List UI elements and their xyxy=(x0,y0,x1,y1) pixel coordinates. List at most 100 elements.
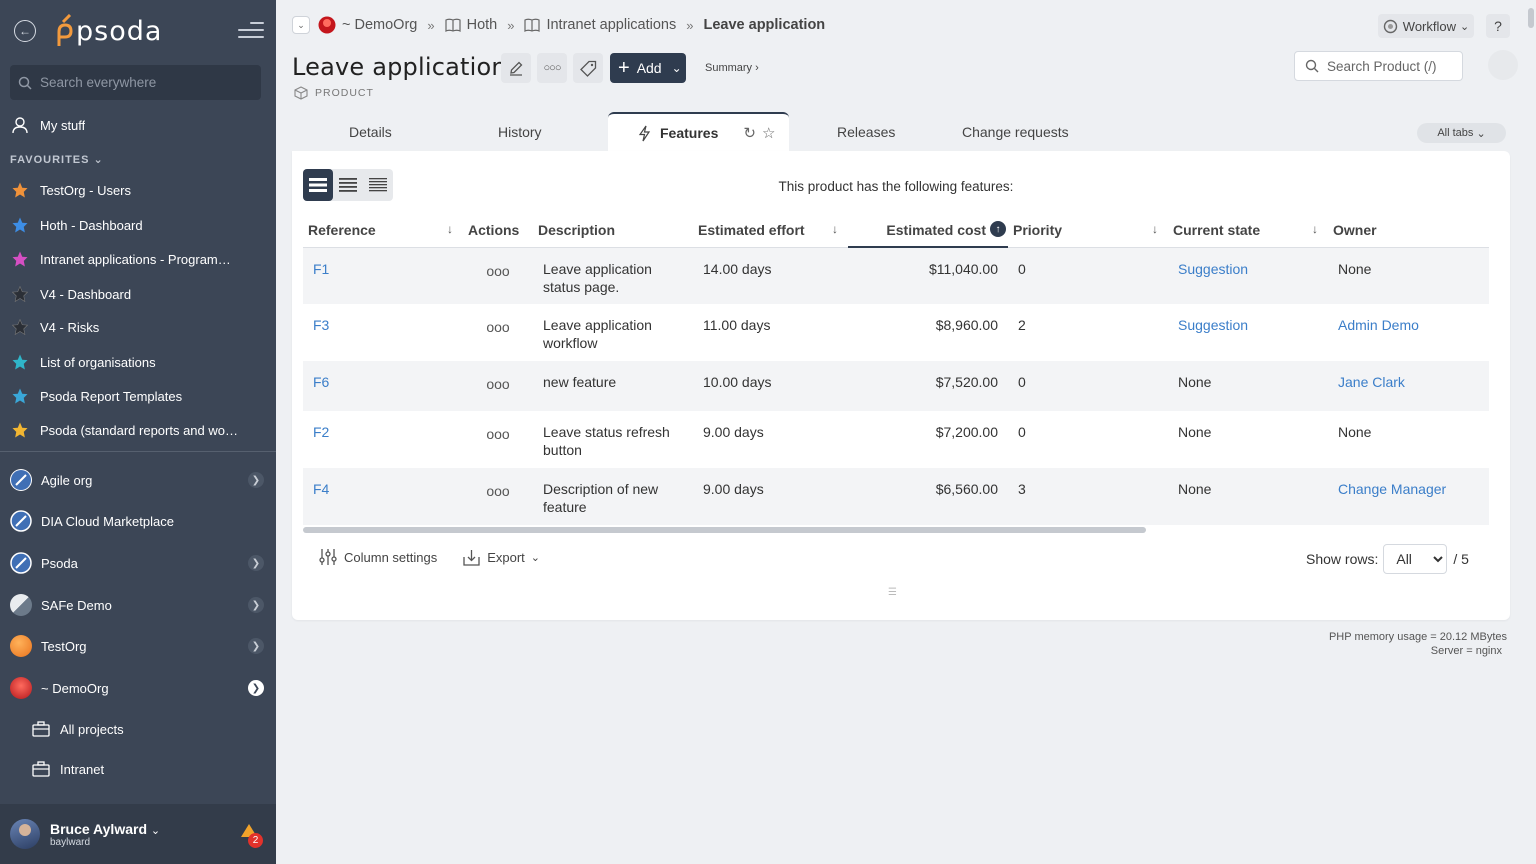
sort-arrow-icon[interactable]: ↓ xyxy=(832,222,838,236)
back-icon[interactable]: ← xyxy=(14,20,36,42)
feature-state-link[interactable]: Suggestion xyxy=(1168,304,1328,361)
column-settings-label: Column settings xyxy=(344,549,438,565)
row-actions-icon[interactable]: ooo xyxy=(486,480,509,500)
favourite-label: List of organisations xyxy=(40,354,156,370)
user-menu[interactable]: Bruce Aylward ⌄ baylward xyxy=(0,804,276,864)
tag-button[interactable] xyxy=(573,53,603,83)
favourite-item[interactable]: V4 - Dashboard xyxy=(0,277,276,311)
refresh-icon[interactable]: ↻ xyxy=(743,124,756,142)
sidebar-item-my-stuff[interactable]: My stuff xyxy=(0,108,276,142)
chevron-right-icon[interactable]: ❯ xyxy=(248,555,264,571)
quick-edit-icon[interactable] xyxy=(1488,50,1518,80)
product-search-input[interactable] xyxy=(1327,58,1452,74)
breadcrumb-item[interactable]: Hoth xyxy=(444,17,497,33)
breadcrumb-dropdown-icon[interactable]: ⌄ xyxy=(292,16,310,34)
feature-ref-link[interactable]: F4 xyxy=(303,468,463,525)
org-item-safe-demo[interactable]: SAFe Demo ❯ xyxy=(0,587,276,623)
show-rows-select[interactable]: All xyxy=(1383,544,1448,574)
chevron-right-icon[interactable]: ❯ xyxy=(248,472,264,488)
favourite-item[interactable]: V4 - Risks xyxy=(0,310,276,344)
row-actions-icon[interactable]: ooo xyxy=(486,260,509,280)
star-icon xyxy=(10,284,30,304)
sidebar-item-intranet[interactable]: Intranet xyxy=(32,754,104,784)
resize-handle-icon[interactable]: ☰ xyxy=(888,587,897,598)
add-label: Add xyxy=(636,60,662,76)
org-item-demoorg[interactable]: ~ DemoOrg ❯ xyxy=(0,670,276,706)
tab-features[interactable]: Features ↻ ☆ xyxy=(608,112,789,152)
favourite-item[interactable]: Psoda (standard reports and work... xyxy=(0,413,276,447)
row-actions-icon[interactable]: ooo xyxy=(486,423,509,443)
server-name: Server = nginx xyxy=(1430,645,1502,657)
column-settings-button[interactable]: Column settings xyxy=(319,548,437,566)
tab-history[interactable]: History xyxy=(498,124,542,140)
export-button[interactable]: Export ⌄ xyxy=(463,549,540,566)
feature-owner-link[interactable]: Jane Clark xyxy=(1328,361,1489,411)
favourites-heading[interactable]: FAVOURITES ⌄ xyxy=(10,153,104,166)
feature-ref-link[interactable]: F3 xyxy=(303,304,463,361)
sort-ascending-icon[interactable]: ↑ xyxy=(990,221,1006,237)
column-header-reference[interactable]: Reference ↓ xyxy=(303,213,463,248)
psoda-logo[interactable]: psoda xyxy=(50,14,162,48)
chevron-right-icon[interactable]: ❯ xyxy=(248,638,264,654)
row-actions-icon[interactable]: ooo xyxy=(486,316,509,336)
column-header-owner[interactable]: Owner xyxy=(1328,213,1489,248)
sort-arrow-icon[interactable]: ↓ xyxy=(1152,222,1158,236)
breadcrumb-item[interactable]: ~ DemoOrg xyxy=(318,16,417,34)
avatar xyxy=(10,819,40,849)
org-item-agile-org[interactable]: Agile org ❯ xyxy=(0,462,276,498)
more-actions-button[interactable]: ○○○ xyxy=(537,53,567,83)
scrollbar-thumb[interactable] xyxy=(1528,8,1534,28)
help-button[interactable]: ? xyxy=(1486,14,1510,38)
sort-arrow-icon[interactable]: ↓ xyxy=(447,222,453,236)
sidebar-item-all-projects[interactable]: All projects xyxy=(32,714,124,744)
column-header-cost[interactable]: Estimated cost ↑ xyxy=(848,213,1008,248)
favourite-item[interactable]: TestOrg - Users xyxy=(0,173,276,207)
feature-ref-link[interactable]: F2 xyxy=(303,411,463,468)
sub-item-label: Intranet xyxy=(60,761,105,777)
summary-link[interactable]: Summary › xyxy=(705,62,759,74)
column-header-priority[interactable]: Priority ↓ xyxy=(1008,213,1168,248)
favourite-item[interactable]: Psoda Report Templates xyxy=(0,379,276,413)
chevron-right-icon[interactable]: ❯ xyxy=(248,597,264,613)
favourite-item[interactable]: List of organisations xyxy=(0,345,276,379)
star-outline-icon[interactable]: ☆ xyxy=(762,124,775,142)
row-actions-icon[interactable]: ooo xyxy=(486,373,509,393)
table-footer: Column settings Export ⌄ xyxy=(319,548,566,566)
edit-button[interactable] xyxy=(501,53,531,83)
sidebar-divider xyxy=(0,451,276,452)
org-item-testorg[interactable]: TestOrg ❯ xyxy=(0,628,276,664)
chevron-down-icon[interactable]: ❯ xyxy=(248,680,264,696)
sidebar-search-input[interactable] xyxy=(40,75,250,90)
feature-effort: 9.00 days xyxy=(703,424,764,440)
column-header-description[interactable]: Description xyxy=(533,213,693,248)
feature-state-link[interactable]: Suggestion xyxy=(1168,247,1328,304)
search-icon xyxy=(1305,59,1319,73)
tab-details[interactable]: Details xyxy=(349,124,392,140)
column-header-actions[interactable]: Actions xyxy=(463,213,533,248)
org-testorg-icon xyxy=(10,635,32,657)
breadcrumb-item[interactable]: Intranet applications xyxy=(524,17,676,33)
tab-change-requests[interactable]: Change requests xyxy=(962,124,1069,140)
workflow-button[interactable]: Workflow ⌄ xyxy=(1378,14,1474,38)
feature-ref-link[interactable]: F6 xyxy=(303,361,463,411)
feature-ref-link[interactable]: F1 xyxy=(303,247,463,304)
feature-owner-link[interactable]: Change Manager xyxy=(1328,468,1489,525)
scrollbar-thumb[interactable] xyxy=(303,527,1146,533)
product-search[interactable] xyxy=(1294,51,1463,81)
collapse-sidebar-icon[interactable] xyxy=(238,22,264,40)
main-content: ⌄ ~ DemoOrg » Hoth » Intranet applicatio… xyxy=(276,0,1536,864)
column-header-effort[interactable]: Estimated effort ↓ xyxy=(693,213,848,248)
add-button[interactable]: + Add ⌄ xyxy=(610,53,686,83)
org-item-psoda[interactable]: Psoda ❯ xyxy=(0,545,276,581)
org-item-dia-cloud[interactable]: DIA Cloud Marketplace xyxy=(0,503,276,539)
all-tabs-button[interactable]: All tabs ⌄ xyxy=(1417,123,1506,143)
column-header-state[interactable]: Current state ↓ xyxy=(1168,213,1328,248)
favourite-item[interactable]: Hoth - Dashboard xyxy=(0,208,276,242)
tab-releases[interactable]: Releases xyxy=(837,124,895,140)
sort-arrow-icon[interactable]: ↓ xyxy=(1312,222,1318,236)
sidebar-search[interactable] xyxy=(10,65,261,100)
favourite-item[interactable]: Intranet applications - Programme... xyxy=(0,242,276,276)
feature-owner-link[interactable]: Admin Demo xyxy=(1328,304,1489,361)
horizontal-scrollbar[interactable] xyxy=(303,527,1489,533)
vertical-scrollbar[interactable] xyxy=(1526,0,1536,864)
